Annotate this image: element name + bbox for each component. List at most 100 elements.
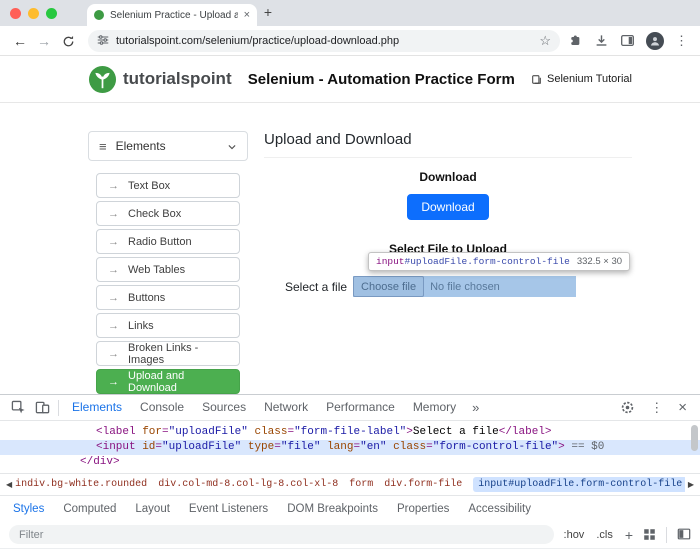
sidebar-item-label: Links <box>128 320 154 332</box>
toolbar-separator <box>58 400 59 416</box>
sidebar-item-label: Radio Button <box>128 236 192 248</box>
inspect-tooltip: input#uploadFile.form-control-file 332.5… <box>368 252 630 271</box>
crumb-list: indiv.bg-white.rounded div.col-md-8.col-l… <box>15 477 685 492</box>
tooltip-size: 332.5 × 30 <box>577 256 622 267</box>
sidebar-item-broken-links-images[interactable]: →Broken Links - Images <box>96 341 240 366</box>
more-tabs-icon[interactable]: » <box>465 400 486 415</box>
toolbar-actions: ⋮ <box>568 32 692 50</box>
crumbs-scroll-right-icon[interactable]: ▶ <box>685 480 697 489</box>
styles-filter-input[interactable] <box>9 525 554 544</box>
devtools-tab-elements[interactable]: Elements <box>63 395 131 420</box>
minimize-window-button[interactable] <box>28 8 39 19</box>
tutorial-doc-icon <box>531 73 542 85</box>
pane-tab-properties[interactable]: Properties <box>397 503 449 515</box>
tutorialspoint-logo-icon <box>88 65 117 94</box>
sidebar-item-web-tables[interactable]: →Web Tables <box>96 257 240 282</box>
devtools-menu-icon[interactable]: ⋮ <box>650 400 663 416</box>
style-toggle-cls[interactable]: .cls <box>596 529 613 541</box>
devtools-tab-performance[interactable]: Performance <box>317 395 404 420</box>
arrow-icon: → <box>108 348 119 360</box>
browser-menu-icon[interactable]: ⋮ <box>675 33 688 49</box>
site-header: tutorialspoint Selenium - Automation Pra… <box>88 56 632 102</box>
breadcrumb-form[interactable]: form <box>349 479 373 490</box>
sidebar-header[interactable]: ≡ Elements <box>88 131 248 161</box>
sidebar-item-label: Web Tables <box>128 264 185 276</box>
site-settings-icon[interactable] <box>97 32 109 50</box>
dock-panel-icon[interactable] <box>677 526 691 544</box>
main-content: Upload and Download Download Download Se… <box>264 131 632 394</box>
file-input-label: Select a file <box>285 280 347 294</box>
tab-favicon-icon <box>94 10 104 20</box>
back-button[interactable]: ← <box>10 33 30 49</box>
file-upload-input[interactable]: Choose file No file chosen <box>353 276 576 297</box>
site-logo[interactable]: tutorialspoint <box>88 65 232 94</box>
sidebar-item-upload-and-download[interactable]: →Upload and Download <box>96 369 240 394</box>
new-tab-button[interactable]: + <box>257 2 279 24</box>
sidebar-item-text-box[interactable]: →Text Box <box>96 173 240 198</box>
sidebar-item-label: Upload and Download <box>128 370 228 394</box>
sidebar-item-links[interactable]: →Links <box>96 313 240 338</box>
styles-pane-tabs: Styles Computed Layout Event Listeners DOM B… <box>0 495 700 521</box>
pane-tab-accessibility[interactable]: Accessibility <box>468 503 531 515</box>
web-page: tutorialspoint Selenium - Automation Pra… <box>0 56 700 394</box>
devtools-toolbar-right: ⋮ × <box>620 399 700 417</box>
sidebar-item-buttons[interactable]: → Buttons <box>96 285 240 310</box>
style-toggle-[interactable]: + <box>625 527 633 543</box>
devtools-tabs: ElementsConsoleSourcesNetworkPerformance… <box>63 395 465 420</box>
inspect-element-icon[interactable] <box>6 400 30 415</box>
devtools-scrollbar[interactable] <box>691 425 698 451</box>
filter-toggles: :hov .cls + <box>564 527 633 543</box>
bookmark-star-icon[interactable]: ☆ <box>539 33 551 49</box>
arrow-icon: → <box>108 208 119 220</box>
devtools-breadcrumbs: ◀ indiv.bg-white.rounded div.col-md-8.col… <box>0 473 700 495</box>
breadcrumb-div-col-md-8-col-lg-8-col-xl-8[interactable]: div.col-md-8.col-lg-8.col-xl-8 <box>158 479 338 490</box>
device-toolbar-icon[interactable] <box>30 400 54 415</box>
profile-avatar[interactable] <box>646 32 664 50</box>
grid-overlay-icon[interactable] <box>643 526 656 544</box>
sidebar-item-label: Buttons <box>128 292 165 304</box>
window-controls <box>10 8 57 19</box>
devtools-tab-console[interactable]: Console <box>131 395 193 420</box>
code-line[interactable]: <input id="uploadFile" type="file" lang=… <box>0 440 700 455</box>
sidebar-item-radio-button[interactable]: →Radio Button <box>96 229 240 254</box>
side-panel-icon[interactable] <box>620 32 635 50</box>
pane-tab-event-listeners[interactable]: Event Listeners <box>189 503 268 515</box>
sidebar-item-check-box[interactable]: →Check Box <box>96 201 240 226</box>
sidebar-header-label: Elements <box>116 139 227 153</box>
code-line[interactable]: <label for="uploadFile" class="form-file… <box>0 425 700 440</box>
tab-close-icon[interactable]: × <box>244 9 250 21</box>
reload-button[interactable] <box>58 33 78 49</box>
inspect-highlight-overlay <box>353 276 576 297</box>
devtools-tab-sources[interactable]: Sources <box>193 395 255 420</box>
devtools-tab-network[interactable]: Network <box>255 395 317 420</box>
arrow-icon: → <box>108 292 119 304</box>
crumbs-scroll-left-icon[interactable]: ◀ <box>3 480 15 489</box>
download-button[interactable]: Download <box>407 194 488 220</box>
browser-tab[interactable]: Selenium Practice - Upload a × <box>87 4 257 26</box>
close-window-button[interactable] <box>10 8 21 19</box>
breadcrumb-div-form-file[interactable]: div.form-file <box>384 479 462 490</box>
extensions-icon[interactable] <box>568 32 583 50</box>
selenium-tutorial-link[interactable]: Selenium Tutorial <box>531 73 632 85</box>
pane-tab-dom-breakpoints[interactable]: DOM Breakpoints <box>287 503 378 515</box>
devtools-tab-memory[interactable]: Memory <box>404 395 465 420</box>
zoom-window-button[interactable] <box>46 8 57 19</box>
devtools-close-icon[interactable]: × <box>678 400 687 415</box>
address-bar[interactable]: tutorialspoint.com/selenium/practice/upl… <box>88 30 560 52</box>
settings-gear-icon[interactable] <box>620 399 635 417</box>
elements-sidebar: ≡ Elements →Text Box→Check Box→Radio But… <box>88 131 248 394</box>
url-text: tutorialspoint.com/selenium/practice/upl… <box>116 35 539 47</box>
pane-tab-layout[interactable]: Layout <box>135 503 170 515</box>
devtools-panel: ElementsConsoleSourcesNetworkPerformance… <box>0 394 700 555</box>
style-toggle-hov[interactable]: :hov <box>564 529 585 541</box>
breadcrumb-indiv-bg-white-rounded[interactable]: indiv.bg-white.rounded <box>15 479 147 490</box>
downloads-icon[interactable] <box>594 32 609 50</box>
pane-tab-computed[interactable]: Computed <box>63 503 116 515</box>
devtools-toolbar: ElementsConsoleSourcesNetworkPerformance… <box>0 395 700 421</box>
forward-button[interactable]: → <box>34 33 54 49</box>
breadcrumb-input-uploadfile-form-control-file[interactable]: input#uploadFile.form-control-file <box>473 477 685 492</box>
code-line[interactable]: </div> <box>0 455 700 470</box>
pane-tab-styles[interactable]: Styles <box>13 503 44 515</box>
content-heading: Upload and Download <box>264 131 632 158</box>
tutorial-link-label: Selenium Tutorial <box>547 73 632 85</box>
